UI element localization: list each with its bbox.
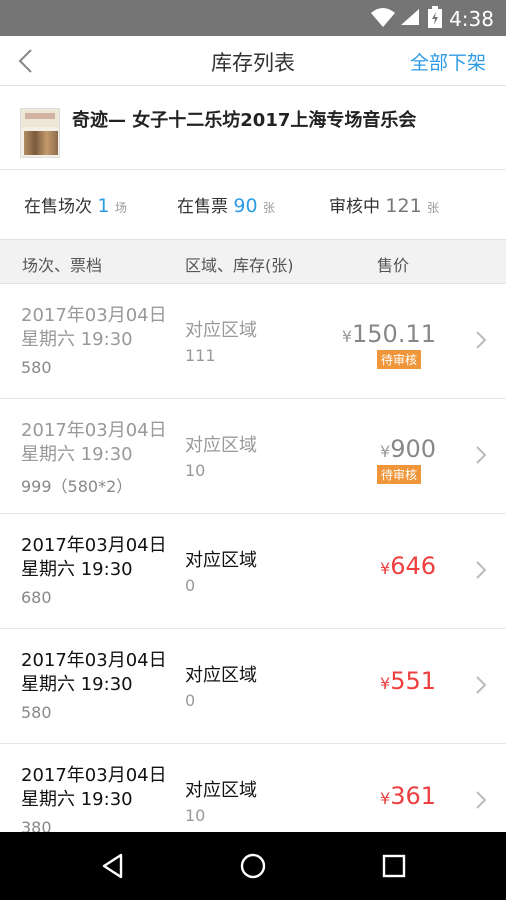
session-datetime: 2017年03月04日 星期六 19:30 [21, 764, 181, 812]
currency-symbol: ¥ [380, 789, 391, 808]
price-value: 646 [390, 552, 436, 580]
battery-icon [428, 6, 442, 28]
inventory-summary: 在售场次 1 场 在售票 90 张 审核中 121 张 [0, 170, 506, 240]
zone-label: 对应区域 [185, 320, 257, 341]
on-sale-sessions-value: 1 [97, 195, 110, 217]
pending-review-badge: 待审核 [377, 465, 422, 484]
stock-count: 111 [185, 346, 216, 365]
inventory-list: 2017年03月04日 星期六 19:30 580 对应区域 111 ¥150.… [0, 284, 506, 832]
ticket-tier: 680 [21, 588, 52, 607]
reviewing-label: 审核中 [329, 197, 380, 217]
event-header: 奇迹— 女子十二乐坊2017上海专场音乐会 [0, 86, 506, 170]
signal-icon [401, 9, 419, 25]
wifi-icon [371, 8, 395, 27]
ticket-tier: 580 [21, 703, 52, 722]
session-time: 星期六 19:30 [21, 329, 133, 350]
table-header: 场次、票档 区域、库存(张) 售价 [0, 240, 506, 284]
session-time: 星期六 19:30 [21, 789, 133, 810]
system-navigation-bar [0, 832, 506, 900]
inventory-row[interactable]: 2017年03月04日 星期六 19:30 580 对应区域 0 ¥551 [0, 629, 506, 744]
delist-all-button[interactable]: 全部下架 [410, 48, 486, 75]
column-zone-stock: 区域、库存(张) [185, 256, 294, 275]
stock-count: 0 [185, 691, 196, 710]
home-circle-icon[interactable] [239, 852, 267, 880]
price-value: 150.11 [352, 320, 436, 348]
pending-review-badge: 待审核 [377, 350, 422, 369]
inventory-row[interactable]: 2017年03月04日 星期六 19:30 999（580*2） 对应区域 10… [0, 399, 506, 514]
stock-count: 10 [185, 806, 206, 825]
price: ¥361 [380, 782, 436, 810]
chevron-right-icon [476, 561, 487, 579]
session-time: 星期六 19:30 [21, 559, 133, 580]
ticket-tier: 580 [21, 358, 52, 377]
zone-label: 对应区域 [185, 780, 257, 801]
inventory-row[interactable]: 2017年03月04日 星期六 19:30 380 对应区域 10 ¥361 [0, 744, 506, 832]
session-date: 2017年03月04日 [21, 765, 167, 786]
reviewing-unit: 张 [427, 201, 440, 215]
on-sale-tickets-unit: 张 [263, 201, 276, 215]
event-title: 奇迹— 女子十二乐坊2017上海专场音乐会 [72, 110, 417, 131]
reviewing-stat: 审核中 121 张 [329, 192, 439, 217]
on-sale-tickets-value: 90 [233, 195, 258, 217]
chevron-right-icon [476, 676, 487, 694]
price-value: 900 [390, 435, 436, 463]
ticket-tier: 380 [21, 818, 52, 832]
currency-symbol: ¥ [380, 674, 391, 693]
column-session-tier: 场次、票档 [22, 256, 103, 275]
chevron-right-icon [476, 446, 487, 464]
nav-bar: 库存列表 全部下架 [0, 36, 506, 86]
chevron-right-icon [476, 331, 487, 349]
session-time: 星期六 19:30 [21, 674, 133, 695]
price-value: 551 [390, 667, 436, 695]
stock-count: 0 [185, 576, 196, 595]
currency-symbol: ¥ [341, 327, 353, 346]
status-bar: 4:38 [0, 0, 506, 36]
price: ¥551 [380, 667, 436, 695]
back-triangle-icon[interactable] [99, 852, 127, 880]
inventory-row[interactable]: 2017年03月04日 星期六 19:30 680 对应区域 0 ¥646 [0, 514, 506, 629]
session-datetime: 2017年03月04日 星期六 19:30 [21, 304, 181, 352]
session-date: 2017年03月04日 [21, 305, 167, 326]
zone-label: 对应区域 [185, 435, 257, 456]
ticket-tier: 999（580*2） [21, 477, 133, 496]
session-date: 2017年03月04日 [21, 650, 167, 671]
on-sale-tickets-label: 在售票 [177, 197, 228, 217]
session-datetime: 2017年03月04日 星期六 19:30 [21, 534, 181, 582]
on-sale-sessions-label: 在售场次 [24, 197, 92, 217]
reviewing-value: 121 [385, 195, 422, 217]
zone-label: 对应区域 [185, 665, 257, 686]
session-datetime: 2017年03月04日 星期六 19:30 [21, 419, 181, 467]
inventory-row[interactable]: 2017年03月04日 星期六 19:30 580 对应区域 111 ¥150.… [0, 284, 506, 399]
stock-count: 10 [185, 461, 206, 480]
on-sale-sessions-unit: 场 [114, 201, 127, 215]
recents-square-icon[interactable] [380, 852, 408, 880]
session-date: 2017年03月04日 [21, 535, 167, 556]
on-sale-tickets-stat: 在售票 90 张 [177, 192, 275, 217]
session-time: 星期六 19:30 [21, 444, 133, 465]
price: ¥646 [380, 552, 436, 580]
session-datetime: 2017年03月04日 星期六 19:30 [21, 649, 181, 697]
zone-label: 对应区域 [185, 550, 257, 571]
currency-symbol: ¥ [380, 442, 391, 461]
clock: 4:38 [449, 7, 494, 31]
session-date: 2017年03月04日 [21, 420, 167, 441]
price: ¥900 [380, 435, 436, 463]
currency-symbol: ¥ [380, 559, 391, 578]
on-sale-sessions-stat: 在售场次 1 场 [24, 192, 127, 217]
event-poster-image [20, 108, 60, 158]
price-value: 361 [390, 782, 436, 810]
column-price: 售价 [377, 256, 410, 275]
price: ¥150.11 [342, 320, 436, 348]
chevron-right-icon [476, 791, 487, 809]
